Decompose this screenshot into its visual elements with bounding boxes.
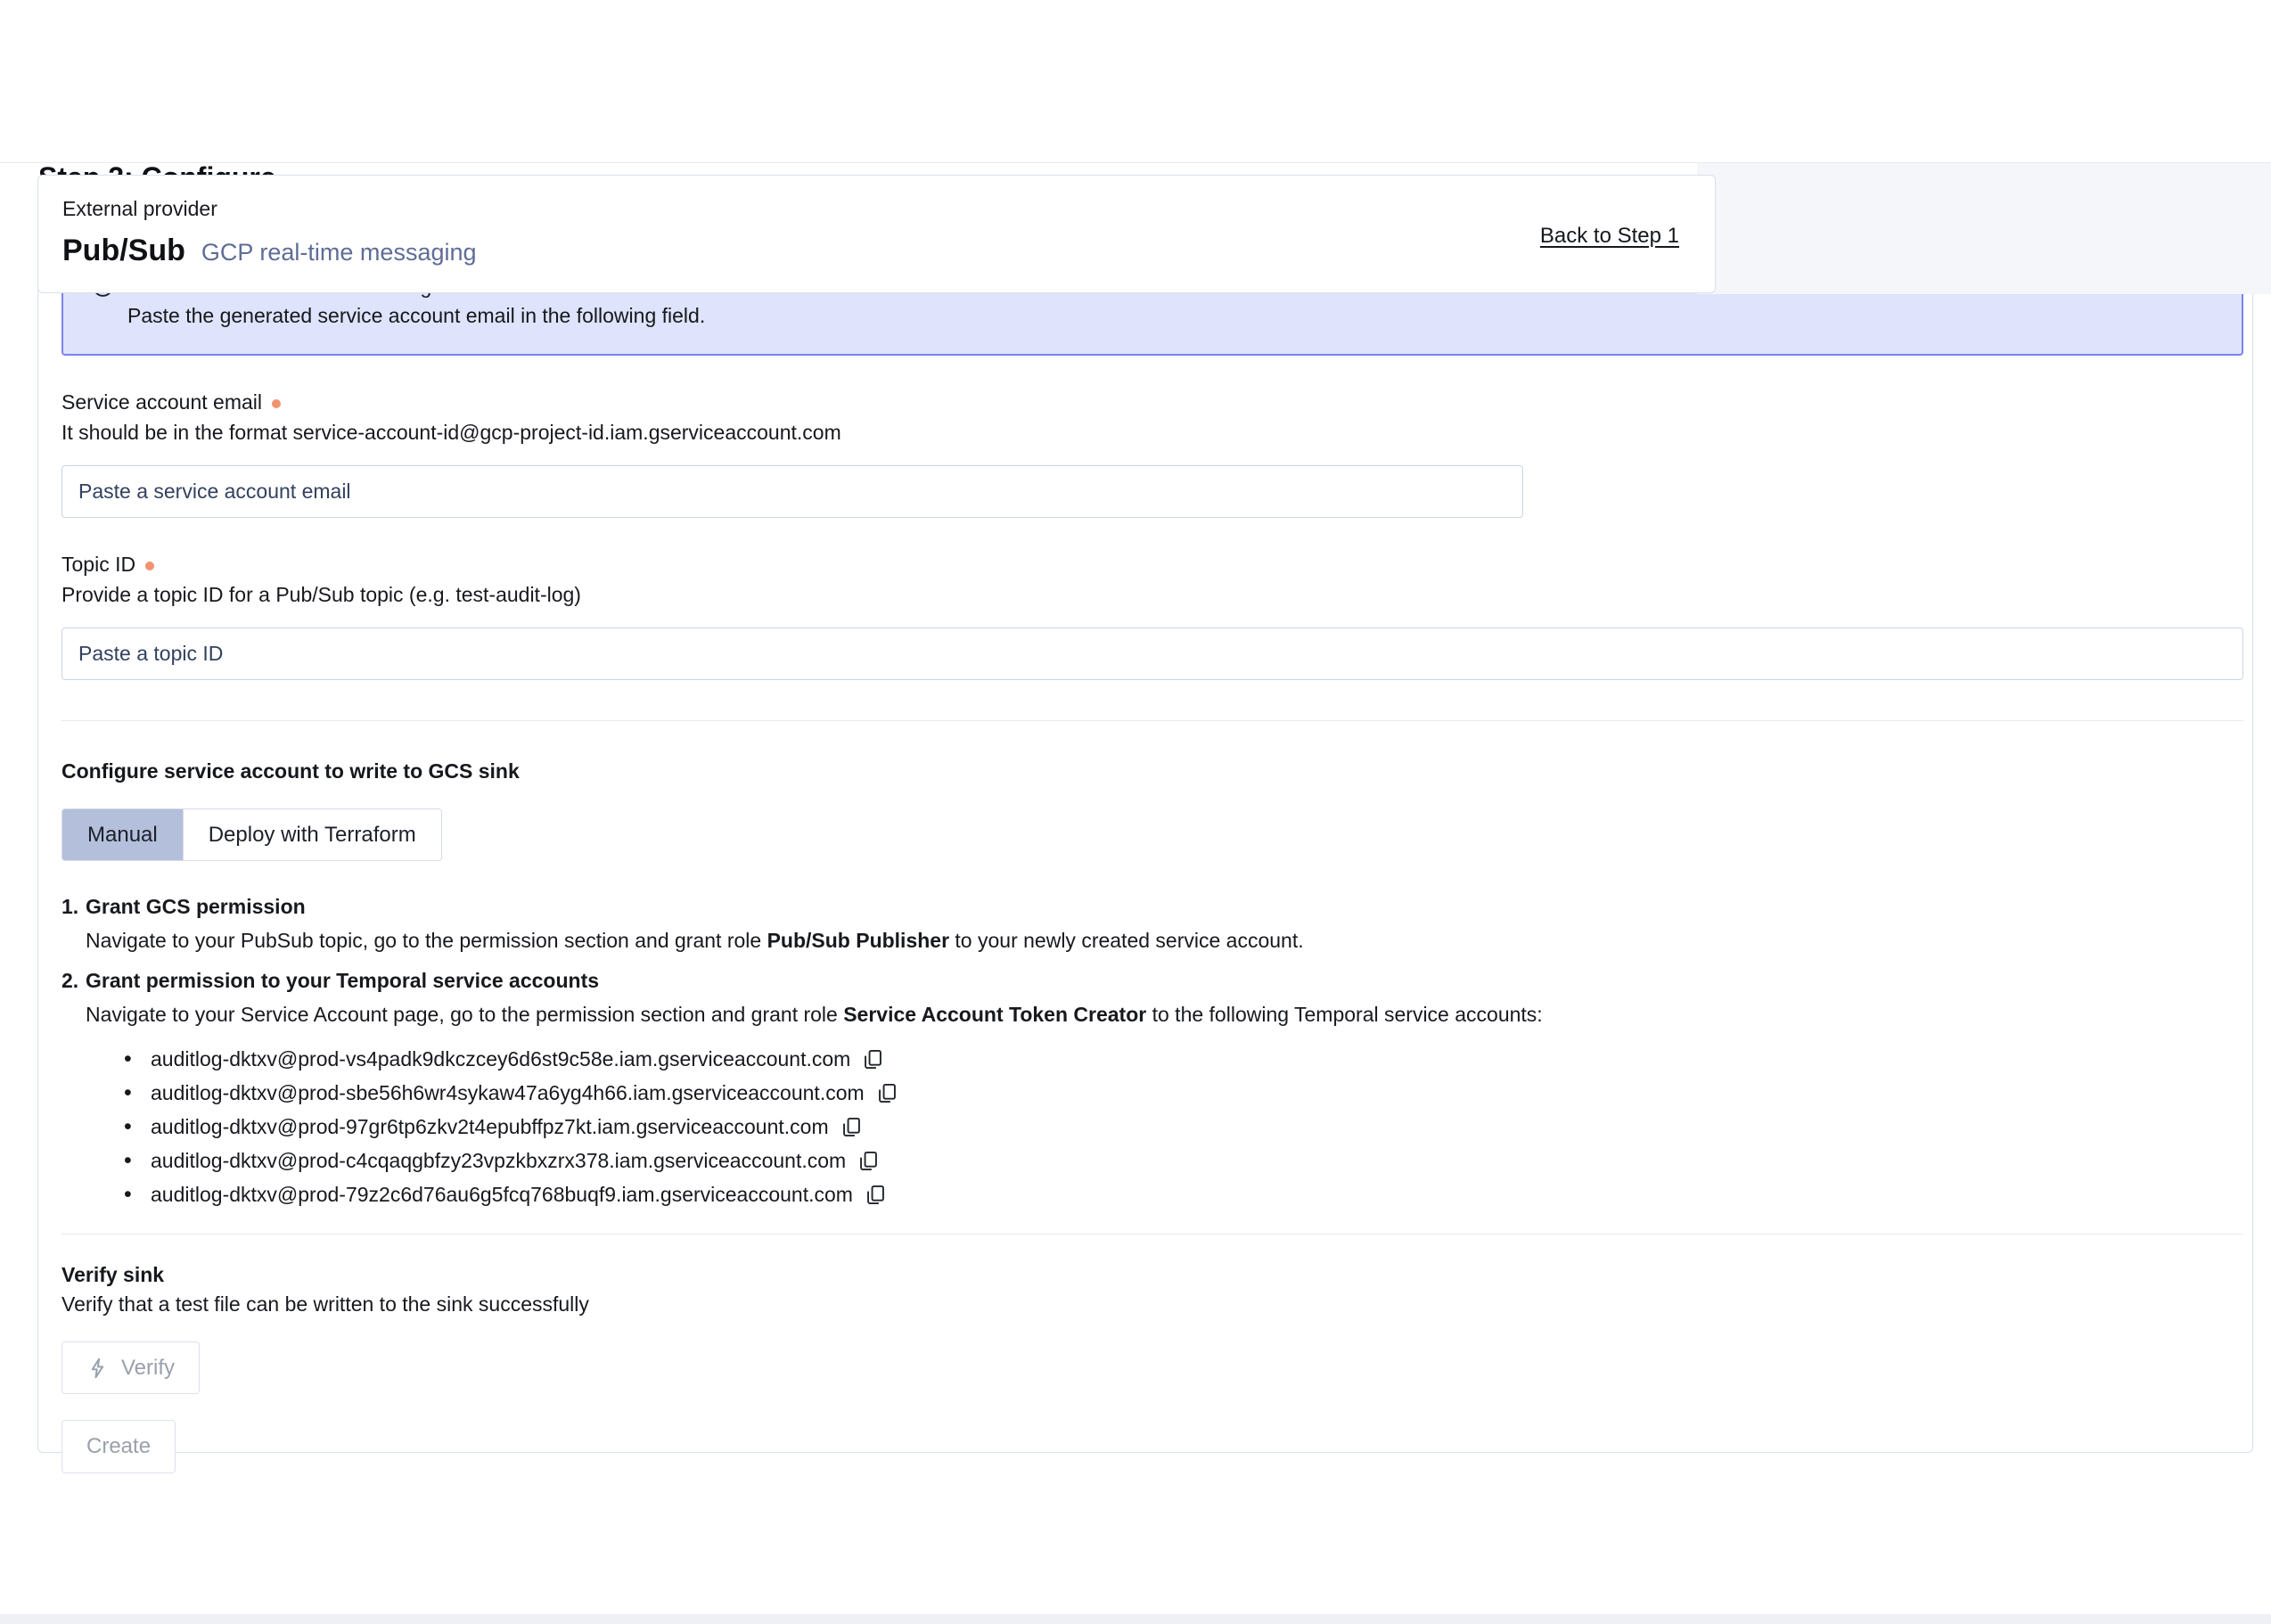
- service-account-list: • auditlog-dktxv@prod-vs4padk9dkczcey6d6…: [61, 1042, 2243, 1211]
- topic-id-label-row: Topic ID: [61, 553, 2243, 577]
- create-button-row: Create: [61, 1394, 2243, 1473]
- topic-id-label: Topic ID: [61, 553, 135, 577]
- instruction-item-2: 2. Grant permission to your Temporal ser…: [61, 966, 2243, 1029]
- copy-button[interactable]: [875, 1081, 899, 1105]
- service-account-item: • auditlog-dktxv@prod-c4cqaqgbfzy23vpzkb…: [124, 1144, 2243, 1177]
- copy-button[interactable]: [864, 1183, 888, 1207]
- instruction-body: Navigate to your Service Account page, g…: [86, 1000, 2243, 1029]
- service-account-email-label: Service account email: [61, 390, 262, 414]
- copy-button[interactable]: [840, 1115, 864, 1139]
- copy-icon: [861, 1047, 885, 1071]
- instruction-text: Navigate to your PubSub topic, go to the…: [86, 929, 767, 952]
- service-account-email: auditlog-dktxv@prod-79z2c6d76au6g5fcq768…: [151, 1183, 853, 1207]
- service-account-email: auditlog-dktxv@prod-97gr6tp6zkv2t4epubff…: [151, 1115, 829, 1139]
- provider-name-row: Pub/Sub GCP real-time messaging: [62, 234, 477, 268]
- service-account-email: auditlog-dktxv@prod-sbe56h6wr4sykaw47a6y…: [151, 1081, 865, 1105]
- service-account-item: • auditlog-dktxv@prod-97gr6tp6zkv2t4epub…: [124, 1110, 2243, 1144]
- verify-button-label: Verify: [121, 1356, 175, 1381]
- service-account-email: auditlog-dktxv@prod-vs4padk9dkczcey6d6st…: [151, 1047, 850, 1071]
- instruction-text: to the following Temporal service accoun…: [1146, 1003, 1542, 1026]
- instruction-text: Navigate to your Service Account page, g…: [86, 1003, 843, 1026]
- verify-sink-description: Verify that a test file can be written t…: [61, 1292, 2243, 1316]
- role-name: Service Account Token Creator: [843, 1003, 1146, 1026]
- topic-id-input[interactable]: [61, 627, 2243, 680]
- service-account-email-label-row: Service account email: [61, 390, 2243, 414]
- verify-sink-heading: Verify sink: [61, 1263, 2243, 1287]
- instruction-text: to your newly created service account.: [949, 929, 1304, 952]
- role-name: Pub/Sub Publisher: [767, 929, 949, 952]
- section-divider: [61, 720, 2243, 721]
- verify-button-row: Verify: [61, 1316, 2243, 1394]
- required-indicator: [145, 562, 154, 570]
- bullet-icon: •: [124, 1046, 151, 1072]
- instruction-body: Navigate to your PubSub topic, go to the…: [86, 926, 2243, 956]
- provider-card-info: External provider Pub/Sub GCP real-time …: [62, 197, 477, 268]
- copy-icon: [857, 1149, 881, 1173]
- service-account-email-input[interactable]: [61, 465, 1523, 518]
- info-banner-body: Paste the generated service account emai…: [127, 301, 705, 331]
- copy-icon: [840, 1115, 864, 1139]
- zap-icon: [86, 1357, 110, 1380]
- bullet-icon: •: [124, 1182, 151, 1208]
- configure-tab-group: Manual Deploy with Terraform: [61, 808, 442, 861]
- instruction-title: Grant GCS permission: [86, 892, 2243, 922]
- instruction-list: 1. Grant GCS permission Navigate to your…: [61, 892, 2243, 1029]
- configure-sink-heading: Configure service account to write to GC…: [61, 759, 2243, 783]
- service-account-item: • auditlog-dktxv@prod-vs4padk9dkczcey6d6…: [124, 1042, 2243, 1076]
- bullet-icon: •: [124, 1148, 151, 1174]
- create-button-label: Create: [86, 1434, 151, 1459]
- page-bottom-background: [0, 1614, 2271, 1624]
- back-to-step-1-link[interactable]: Back to Step 1: [1540, 224, 1679, 249]
- bullet-icon: •: [124, 1114, 151, 1140]
- instruction-title: Grant permission to your Temporal servic…: [86, 966, 2243, 996]
- required-indicator: [272, 399, 281, 408]
- service-account-item: • auditlog-dktxv@prod-79z2c6d76au6g5fcq7…: [124, 1177, 2243, 1211]
- copy-button[interactable]: [857, 1149, 881, 1173]
- verify-button[interactable]: Verify: [61, 1341, 200, 1394]
- configure-card: Create a service account in Google Cloud…: [37, 218, 2253, 1453]
- provider-card: External provider Pub/Sub GCP real-time …: [37, 175, 1716, 293]
- service-account-email: auditlog-dktxv@prod-c4cqaqgbfzy23vpzkbxz…: [151, 1149, 846, 1173]
- copy-icon: [864, 1183, 888, 1207]
- service-account-email-help: It should be in the format service-accou…: [61, 421, 2243, 445]
- tab-deploy-with-terraform[interactable]: Deploy with Terraform: [183, 809, 441, 860]
- provider-eyebrow: External provider: [62, 197, 477, 221]
- topic-id-help: Provide a topic ID for a Pub/Sub topic (…: [61, 583, 2243, 607]
- tab-manual[interactable]: Manual: [62, 809, 183, 860]
- header-background: [1697, 163, 2271, 294]
- provider-name: Pub/Sub: [62, 234, 185, 268]
- instruction-item-1: 1. Grant GCS permission Navigate to your…: [61, 892, 2243, 956]
- create-button[interactable]: Create: [61, 1420, 176, 1473]
- bullet-icon: •: [124, 1080, 151, 1106]
- instruction-number: 2.: [61, 966, 86, 996]
- provider-subtitle: GCP real-time messaging: [201, 239, 477, 267]
- service-account-item: • auditlog-dktxv@prod-sbe56h6wr4sykaw47a…: [124, 1076, 2243, 1110]
- instruction-number: 1.: [61, 892, 86, 922]
- copy-button[interactable]: [861, 1047, 885, 1071]
- copy-icon: [875, 1081, 899, 1105]
